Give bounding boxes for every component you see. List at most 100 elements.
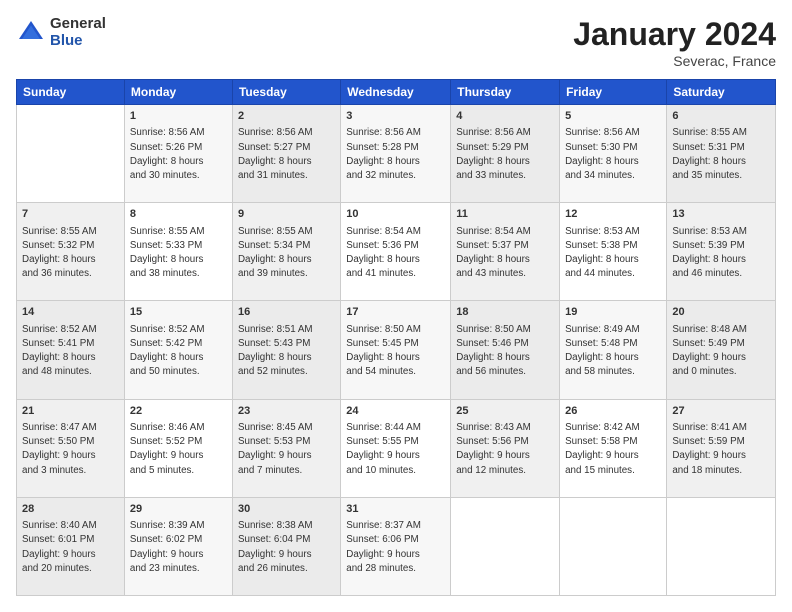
title-block: January 2024 Severac, France <box>573 16 776 69</box>
calendar-cell: 10Sunrise: 8:54 AMSunset: 5:36 PMDayligh… <box>341 203 451 301</box>
day-number: 23 <box>238 404 335 419</box>
calendar-cell: 26 Sunrise: 8:42 AMSunset: 5:58 PMDayligh… <box>560 399 667 497</box>
day-info: Sunrise: 8:54 AMSunset: 5:36 PMDaylight:… <box>346 225 445 282</box>
weekday-header-sunday: Sunday <box>17 80 125 105</box>
day-number: 16 <box>238 305 335 320</box>
day-info: Sunrise: 8:56 AMSunset: 5:28 PMDaylight:… <box>346 126 445 183</box>
day-number: 7 <box>22 207 119 222</box>
calendar-cell: 3Sunrise: 8:56 AMSunset: 5:28 PMDaylight… <box>341 105 451 203</box>
calendar-cell <box>560 497 667 595</box>
day-number: 27 <box>672 404 770 419</box>
day-info: Sunrise: 8:45 AMSunset: 5:53 PMDaylight:… <box>238 421 335 478</box>
calendar-cell: 11Sunrise: 8:54 AMSunset: 5:37 PMDayligh… <box>451 203 560 301</box>
day-info: Sunrise: 8:56 AMSunset: 5:29 PMDaylight:… <box>456 126 554 183</box>
week-row-1: 1Sunrise: 8:56 AMSunset: 5:26 PMDaylight… <box>17 105 776 203</box>
weekday-header-friday: Friday <box>560 80 667 105</box>
day-info: Sunrise: 8:56 AMSunset: 5:27 PMDaylight:… <box>238 126 335 183</box>
calendar-cell: 24 Sunrise: 8:44 AMSunset: 5:55 PMDayligh… <box>341 399 451 497</box>
calendar-cell <box>451 497 560 595</box>
day-number: 13 <box>672 207 770 222</box>
day-number: 6 <box>672 109 770 124</box>
day-number: 20 <box>672 305 770 320</box>
calendar-cell: 6 Sunrise: 8:55 AMSunset: 5:31 PMDaylight… <box>667 105 776 203</box>
calendar-cell <box>17 105 125 203</box>
day-info: Sunrise: 8:46 AMSunset: 5:52 PMDaylight:… <box>130 421 227 478</box>
day-info: Sunrise: 8:53 AMSunset: 5:39 PMDaylight:… <box>672 225 770 282</box>
calendar-cell: 9Sunrise: 8:55 AMSunset: 5:34 PMDaylight… <box>232 203 340 301</box>
day-number: 29 <box>130 502 227 517</box>
day-info: Sunrise: 8:41 AMSunset: 5:59 PMDaylight:… <box>672 421 770 478</box>
day-number: 5 <box>565 109 661 124</box>
day-number: 11 <box>456 207 554 222</box>
day-info: Sunrise: 8:50 AMSunset: 5:46 PMDaylight:… <box>456 323 554 380</box>
calendar-table: SundayMondayTuesdayWednesdayThursdayFrid… <box>16 79 776 596</box>
day-info: Sunrise: 8:55 AMSunset: 5:31 PMDaylight:… <box>672 126 770 183</box>
day-info: Sunrise: 8:51 AMSunset: 5:43 PMDaylight:… <box>238 323 335 380</box>
month-title: January 2024 <box>573 16 776 53</box>
day-info: Sunrise: 8:55 AMSunset: 5:32 PMDaylight:… <box>22 225 119 282</box>
calendar-cell: 5Sunrise: 8:56 AMSunset: 5:30 PMDaylight… <box>560 105 667 203</box>
calendar-cell: 22 Sunrise: 8:46 AMSunset: 5:52 PMDayligh… <box>124 399 232 497</box>
day-number: 26 <box>565 404 661 419</box>
calendar-cell: 29 Sunrise: 8:39 AMSunset: 6:02 PMDayligh… <box>124 497 232 595</box>
weekday-header-thursday: Thursday <box>451 80 560 105</box>
page: General Blue January 2024 Severac, Franc… <box>0 0 792 612</box>
day-info: Sunrise: 8:47 AMSunset: 5:50 PMDaylight:… <box>22 421 119 478</box>
day-info: Sunrise: 8:55 AMSunset: 5:33 PMDaylight:… <box>130 225 227 282</box>
logo: General Blue <box>16 16 106 49</box>
calendar-cell: 31 Sunrise: 8:37 AMSunset: 6:06 PMDayligh… <box>341 497 451 595</box>
calendar-cell: 16 Sunrise: 8:51 AMSunset: 5:43 PMDayligh… <box>232 301 340 399</box>
day-number: 31 <box>346 502 445 517</box>
day-info: Sunrise: 8:50 AMSunset: 5:45 PMDaylight:… <box>346 323 445 380</box>
day-number: 28 <box>22 502 119 517</box>
calendar-cell: 23 Sunrise: 8:45 AMSunset: 5:53 PMDayligh… <box>232 399 340 497</box>
day-number: 25 <box>456 404 554 419</box>
weekday-header-row: SundayMondayTuesdayWednesdayThursdayFrid… <box>17 80 776 105</box>
header: General Blue January 2024 Severac, Franc… <box>16 16 776 69</box>
calendar-cell: 28 Sunrise: 8:40 AMSunset: 6:01 PMDayligh… <box>17 497 125 595</box>
weekday-header-wednesday: Wednesday <box>341 80 451 105</box>
location: Severac, France <box>573 53 776 69</box>
weekday-header-monday: Monday <box>124 80 232 105</box>
day-info: Sunrise: 8:52 AMSunset: 5:42 PMDaylight:… <box>130 323 227 380</box>
week-row-5: 28 Sunrise: 8:40 AMSunset: 6:01 PMDayligh… <box>17 497 776 595</box>
calendar-cell: 12Sunrise: 8:53 AMSunset: 5:38 PMDayligh… <box>560 203 667 301</box>
calendar-cell: 14 Sunrise: 8:52 AMSunset: 5:41 PMDayligh… <box>17 301 125 399</box>
day-info: Sunrise: 8:49 AMSunset: 5:48 PMDaylight:… <box>565 323 661 380</box>
day-info: Sunrise: 8:42 AMSunset: 5:58 PMDaylight:… <box>565 421 661 478</box>
day-number: 19 <box>565 305 661 320</box>
calendar-cell: 27 Sunrise: 8:41 AMSunset: 5:59 PMDayligh… <box>667 399 776 497</box>
calendar-cell: 1Sunrise: 8:56 AMSunset: 5:26 PMDaylight… <box>124 105 232 203</box>
day-number: 24 <box>346 404 445 419</box>
day-info: Sunrise: 8:48 AMSunset: 5:49 PMDaylight:… <box>672 323 770 380</box>
calendar-cell: 20 Sunrise: 8:48 AMSunset: 5:49 PMDayligh… <box>667 301 776 399</box>
day-number: 8 <box>130 207 227 222</box>
calendar-cell: 2 Sunrise: 8:56 AMSunset: 5:27 PMDaylight… <box>232 105 340 203</box>
day-info: Sunrise: 8:53 AMSunset: 5:38 PMDaylight:… <box>565 225 661 282</box>
day-info: Sunrise: 8:38 AMSunset: 6:04 PMDaylight:… <box>238 519 335 576</box>
day-info: Sunrise: 8:52 AMSunset: 5:41 PMDaylight:… <box>22 323 119 380</box>
day-number: 14 <box>22 305 119 320</box>
day-number: 4 <box>456 109 554 124</box>
calendar-cell <box>667 497 776 595</box>
day-info: Sunrise: 8:37 AMSunset: 6:06 PMDaylight:… <box>346 519 445 576</box>
week-row-3: 14 Sunrise: 8:52 AMSunset: 5:41 PMDayligh… <box>17 301 776 399</box>
day-info: Sunrise: 8:43 AMSunset: 5:56 PMDaylight:… <box>456 421 554 478</box>
logo-icon <box>16 18 46 48</box>
calendar-cell: 13 Sunrise: 8:53 AMSunset: 5:39 PMDayligh… <box>667 203 776 301</box>
logo-general: General <box>50 16 106 33</box>
day-info: Sunrise: 8:39 AMSunset: 6:02 PMDaylight:… <box>130 519 227 576</box>
calendar-cell: 18Sunrise: 8:50 AMSunset: 5:46 PMDayligh… <box>451 301 560 399</box>
day-number: 22 <box>130 404 227 419</box>
day-info: Sunrise: 8:40 AMSunset: 6:01 PMDaylight:… <box>22 519 119 576</box>
day-number: 17 <box>346 305 445 320</box>
day-number: 30 <box>238 502 335 517</box>
day-info: Sunrise: 8:56 AMSunset: 5:26 PMDaylight:… <box>130 126 227 183</box>
day-info: Sunrise: 8:44 AMSunset: 5:55 PMDaylight:… <box>346 421 445 478</box>
day-number: 15 <box>130 305 227 320</box>
day-number: 2 <box>238 109 335 124</box>
week-row-2: 7 Sunrise: 8:55 AMSunset: 5:32 PMDaylight… <box>17 203 776 301</box>
day-number: 21 <box>22 404 119 419</box>
logo-text: General Blue <box>50 16 106 49</box>
logo-blue: Blue <box>50 33 106 50</box>
